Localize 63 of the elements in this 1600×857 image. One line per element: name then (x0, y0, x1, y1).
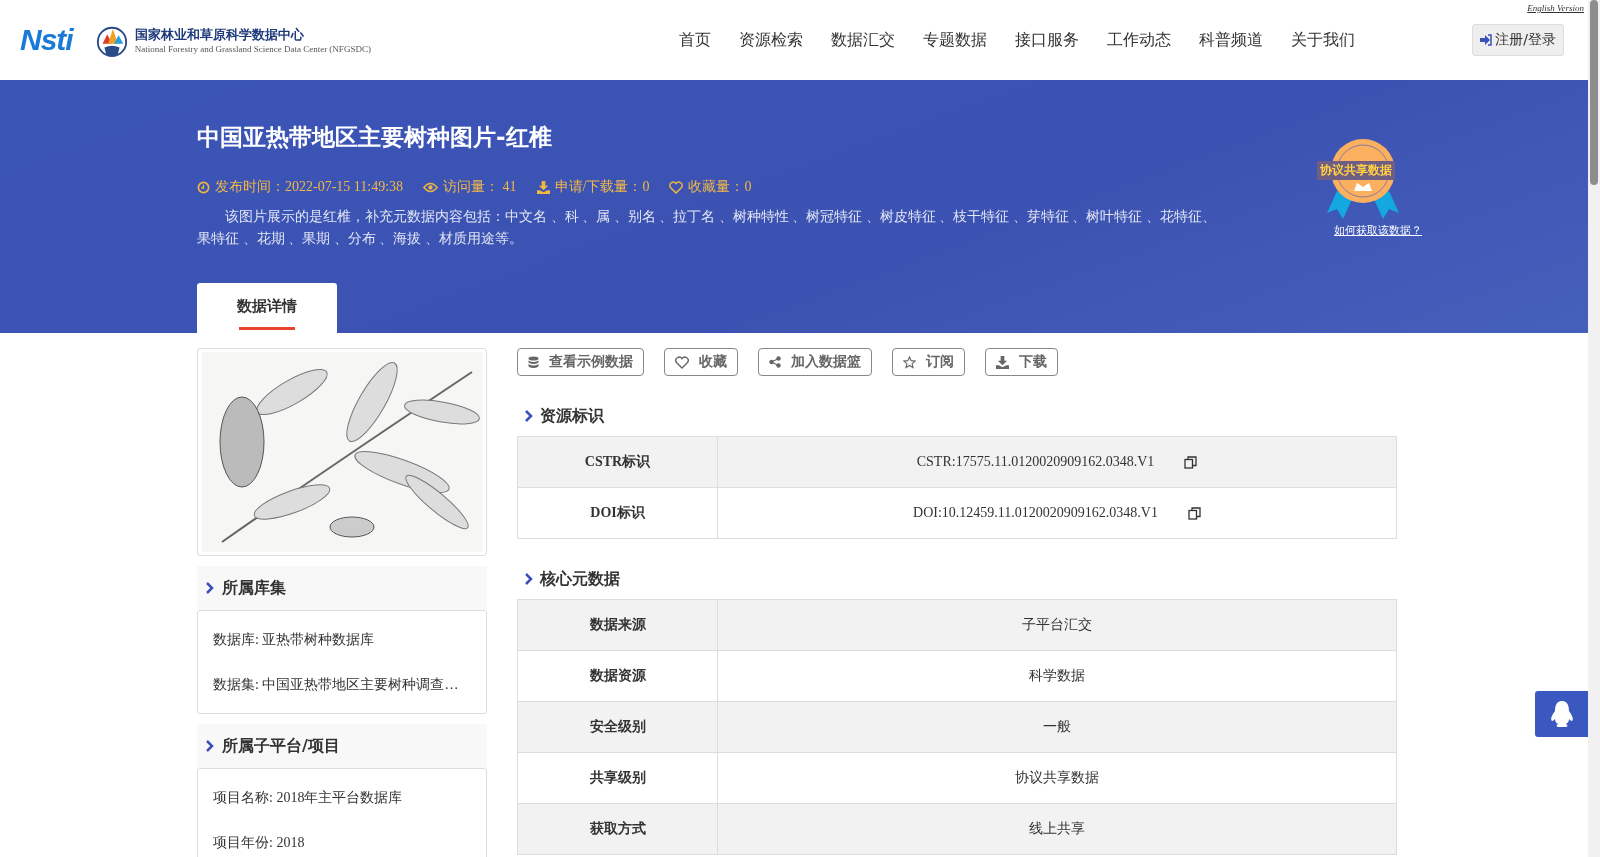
badge-label: 协议共享数据 (1317, 161, 1395, 180)
copy-icon[interactable] (1187, 506, 1201, 520)
chat-button[interactable] (1535, 691, 1588, 737)
action-button[interactable]: 订阅 (892, 348, 965, 376)
table-label-cell: 获取方式 (518, 804, 718, 854)
nav-link[interactable]: 接口服务 (1001, 29, 1093, 51)
nav-link[interactable]: 首页 (665, 29, 725, 51)
info-line: 数据集: 中国亚热带地区主要树种调查… (213, 676, 460, 694)
table-value: 线上共享 (1029, 820, 1085, 838)
penguin-icon (1548, 700, 1575, 728)
action-button[interactable]: 加入数据篮 (758, 348, 872, 376)
nav-link[interactable]: 关于我们 (1277, 29, 1369, 51)
section-title: 核心元数据 (540, 568, 620, 590)
heart-icon (669, 180, 684, 194)
download-icon (996, 355, 1009, 369)
how-to-get-link[interactable]: 如何获取该数据？ (1334, 223, 1422, 238)
nav-link[interactable]: 数据汇交 (817, 29, 909, 51)
org-name: 国家林业和草原科学数据中心 (134, 26, 305, 44)
clock-icon (197, 180, 210, 194)
eye-icon (423, 181, 439, 193)
table-value: 子平台汇交 (1022, 616, 1092, 634)
action-button[interactable]: 下载 (985, 348, 1058, 376)
action-button[interactable]: 收藏 (664, 348, 738, 376)
download-icon (536, 180, 550, 194)
nav-link[interactable]: 专题数据 (909, 29, 1001, 51)
table-label-cell: DOI标识 (518, 488, 718, 538)
table-value: 一般 (1043, 718, 1071, 736)
database-icon (528, 355, 539, 369)
info-line: 项目年份: 2018 (213, 834, 306, 852)
copy-icon[interactable] (1184, 455, 1198, 469)
nav-link[interactable]: 资源检索 (725, 29, 817, 51)
sign-in-icon (1480, 34, 1493, 46)
section-title: 所属子平台/项目 (222, 735, 340, 757)
table-value: 协议共享数据 (1015, 769, 1099, 787)
section-title: 资源标识 (540, 405, 604, 427)
meta-text: 收藏量：0 (688, 178, 752, 196)
nav-link[interactable]: 工作动态 (1093, 29, 1185, 51)
section-title: 所属库集 (222, 577, 286, 599)
meta-text: 申请/下载量：0 (554, 178, 650, 196)
table-value: CSTR:17575.11.0120020909162.0348.V1 (916, 454, 1155, 470)
meta-text: 发布时间：2022-07-15 11:49:38 (215, 178, 404, 196)
info-line: 项目名称: 2018年主平台数据库 (213, 789, 404, 807)
chevron-icon (525, 573, 533, 585)
dataset-description: 该图片展示的是红椎，补充元数据内容包括：中文名 、科 、属 、别名 、拉丁名 、树种特性 、树冠特征 、树皮特征 、枝干特征 、芽特征 、树叶特征 、花特征、果特征 、花期 、果期 、分布 、海拔 、材质用途等。 (197, 208, 1217, 248)
star-icon (903, 355, 916, 369)
meta-text: 访问量： 41 (443, 178, 517, 196)
nsti-logo[interactable]: Nsti (20, 23, 73, 57)
nav-link[interactable]: 科普频道 (1185, 29, 1277, 51)
info-line: 数据库: 亚热带树种数据库 (213, 631, 376, 649)
org-name-english: National Forestry and Grassland Science Data Center (NFGSDC) (134, 44, 371, 54)
table-value: DOI:10.12459.11.0120020909162.0348.V1 (913, 505, 1158, 521)
chevron-icon (206, 740, 214, 752)
scrollbar-thumb[interactable] (1590, 0, 1598, 185)
dataset-title: 中国亚热带地区主要树种图片-红椎 (197, 123, 553, 152)
login-button[interactable]: 注册/登录 (1472, 24, 1564, 56)
heart-icon (675, 355, 689, 369)
share-icon (769, 356, 781, 368)
chevron-icon (206, 582, 214, 594)
action-button[interactable]: 查看示例数据 (517, 348, 644, 376)
english-version-link[interactable]: English Version (1527, 3, 1584, 13)
table-value: 科学数据 (1029, 667, 1085, 685)
tab[interactable]: 数据详情 (197, 283, 337, 333)
chevron-icon (525, 410, 533, 422)
